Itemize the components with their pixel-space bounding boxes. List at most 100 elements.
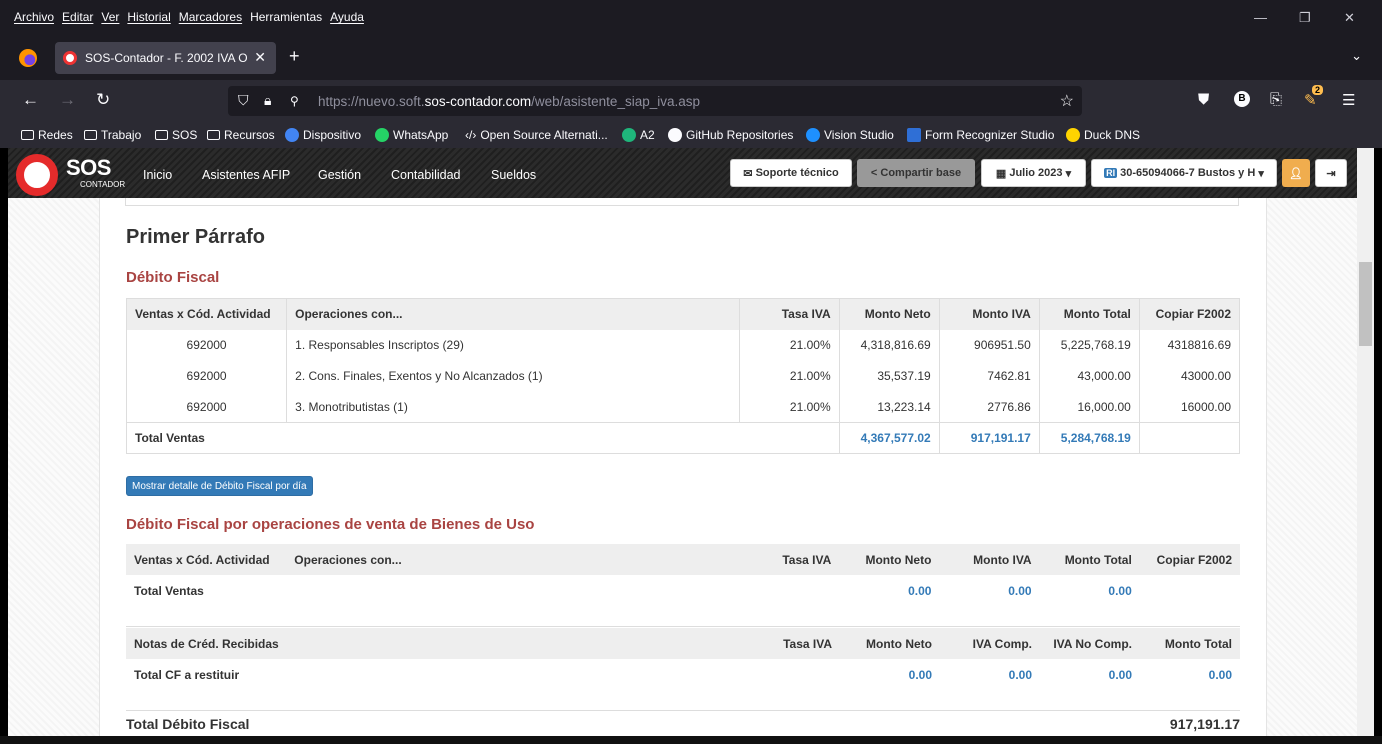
whatsapp-icon [375, 128, 389, 142]
nav-asistentes-afip[interactable]: Asistentes AFIP [202, 168, 290, 182]
tab-favicon-icon [63, 51, 77, 65]
menu-ver[interactable]: Ver [101, 10, 119, 24]
github-icon [668, 128, 682, 142]
period-dropdown[interactable]: ▦ Julio 2023 ▾ [981, 159, 1086, 187]
logo-subtext: CONTADOR [80, 180, 126, 189]
column-header: Monto IVA [938, 298, 1040, 330]
duck-icon [1066, 128, 1080, 142]
lifebuoy-logo-icon[interactable] [16, 154, 58, 196]
bookmark-open-source[interactable]: ‹/› Open Source Alternati... [465, 128, 608, 142]
shield-icon[interactable]: ⛉ [238, 92, 249, 109]
total-row: Total Ventas 0.00 0.00 0.00 [126, 575, 1240, 606]
menu-herramientas[interactable]: Herramientas [250, 10, 322, 24]
monto-neto: 13,223.14 [838, 391, 940, 423]
bookmark-form-recognizer[interactable]: Form Recognizer Studio [907, 128, 1054, 142]
active-tab[interactable]: SOS-Contador - F. 2002 IVA On ✕ [55, 42, 276, 74]
folder-icon [84, 130, 97, 140]
page-scrollbar[interactable] [1357, 148, 1374, 736]
bookmark-vision-studio[interactable]: Vision Studio [806, 128, 894, 142]
total-row: Total Ventas 4,367,577.02 917,191.17 5,2… [126, 422, 1240, 454]
monto-iva: 2776.86 [938, 391, 1040, 423]
nav-sueldos[interactable]: Sueldos [491, 168, 536, 182]
nav-inicio[interactable]: Inicio [143, 168, 172, 182]
user-button[interactable]: 👤︎ [1282, 159, 1310, 187]
bookmark-star-icon[interactable]: ☆ [1060, 91, 1074, 111]
copiar-f2002: 4318816.69 [1138, 329, 1240, 361]
bookmark-dispositivo[interactable]: Dispositivo [285, 128, 361, 142]
logo-text: SOS [66, 155, 111, 180]
caret-down-icon: ▾ [1255, 167, 1264, 180]
user-icon: 👤︎ [1289, 167, 1303, 180]
column-header: Tasa IVA [739, 544, 840, 575]
menu-icon[interactable]: ☰ [1342, 91, 1355, 109]
bookmark-redes[interactable]: Redes [21, 128, 73, 142]
total-row: Total CF a restituir 0.00 0.00 0.00 0.00 [126, 659, 1240, 690]
operation: 1. Responsables Inscriptos (29) [286, 329, 740, 361]
firefox-icon[interactable] [19, 49, 37, 67]
bookmark-recursos[interactable]: Recursos [207, 128, 275, 142]
activity-code: 692000 [125, 329, 287, 361]
show-daily-detail-button[interactable]: Mostrar detalle de Débito Fiscal por día [126, 476, 313, 496]
close-window-icon[interactable]: ✕ [1344, 10, 1355, 26]
divider [126, 626, 1240, 627]
bookmark-a2[interactable]: A2 [622, 128, 655, 142]
taskbar-edge [0, 736, 1382, 744]
company-dropdown[interactable]: RI 30-65094066-7 Bustos y H ▾ [1091, 159, 1277, 187]
folder-icon [155, 130, 168, 140]
back-icon[interactable]: ← [22, 90, 39, 110]
total-debito-label: Total Débito Fiscal [126, 716, 250, 732]
account-icon[interactable]: B [1234, 91, 1250, 107]
divider [126, 710, 1240, 711]
url-bar[interactable]: ⛉ 🔒︎ ⚲ https://nuevo.soft.sos-contador.c… [228, 86, 1082, 116]
nav-toolbar: ← → ↻ ⛉ 🔒︎ ⚲ https://nuevo.soft.sos-cont… [0, 80, 1382, 122]
total-iva-no-comp: 0.00 [1108, 667, 1132, 682]
restore-icon[interactable]: ❐ [1299, 10, 1311, 26]
share-icon[interactable]: ⎘ [1270, 91, 1282, 108]
permissions-icon[interactable]: ⚲ [290, 94, 299, 108]
google-icon [285, 128, 299, 142]
folder-icon [207, 130, 220, 140]
table-row: 692000 1. Responsables Inscriptos (29) 2… [125, 329, 1240, 361]
support-button[interactable]: ✉ Soporte técnico [730, 159, 852, 187]
total-debito-value: 917,191.17 [1169, 716, 1240, 732]
bookmarks-bar: Redes Trabajo SOS Recursos Dispositivo W… [0, 122, 1382, 148]
bookmark-trabajo[interactable]: Trabajo [84, 128, 141, 142]
chevron-down-icon[interactable]: ⌄ [1351, 48, 1362, 64]
logout-button[interactable]: ⇥ [1315, 159, 1347, 187]
new-tab-icon[interactable]: + [289, 46, 300, 67]
a2-icon [622, 128, 636, 142]
menu-historial[interactable]: Historial [127, 10, 170, 24]
reload-icon[interactable]: ↻ [96, 90, 110, 110]
monto-total: 43,000.00 [1038, 360, 1140, 392]
menu-marcadores[interactable]: Marcadores [179, 10, 242, 24]
forward-icon[interactable]: → [59, 90, 76, 110]
vision-icon [806, 128, 820, 142]
total-monto: 5,284,768.19 [1038, 422, 1140, 454]
total-neto: 4,367,577.02 [838, 422, 940, 454]
lock-icon[interactable]: 🔒︎ [264, 92, 271, 109]
total-label: Total Ventas [134, 583, 204, 598]
menu-editar[interactable]: Editar [62, 10, 93, 24]
bookmark-sos[interactable]: SOS [155, 128, 197, 142]
bookmark-whatsapp[interactable]: WhatsApp [375, 128, 448, 142]
bienes-de-uso-table: Ventas x Cód. Actividad Operaciones con.… [126, 544, 1240, 606]
scrollbar-thumb[interactable] [1359, 262, 1372, 346]
nav-contabilidad[interactable]: Contabilidad [391, 168, 461, 182]
bookmark-duck-dns[interactable]: Duck DNS [1066, 128, 1140, 142]
column-header: Notas de Créd. Recibidas [126, 628, 740, 659]
tab-close-icon[interactable]: ✕ [254, 49, 266, 66]
share-base-button[interactable]: < Compartir base [857, 159, 975, 187]
column-header: Copiar F2002 [1138, 298, 1240, 330]
web-page: SOS CONTADOR Inicio Asistentes AFIP Gest… [8, 148, 1357, 736]
column-header: Ventas x Cód. Actividad [126, 544, 287, 575]
minimize-icon[interactable]: — [1254, 10, 1267, 25]
total-iva: 0.00 [1008, 583, 1032, 598]
copiar-f2002: 43000.00 [1138, 360, 1240, 392]
nav-gestion[interactable]: Gestión [318, 168, 361, 182]
pocket-icon[interactable]: ⛊ [1198, 91, 1209, 108]
column-header: Monto Total [1039, 544, 1140, 575]
menu-ayuda[interactable]: Ayuda [330, 10, 364, 24]
menu-archivo[interactable]: Archivo [14, 10, 54, 24]
column-header: Monto Total [1140, 628, 1240, 659]
bookmark-github[interactable]: GitHub Repositories [668, 128, 793, 142]
